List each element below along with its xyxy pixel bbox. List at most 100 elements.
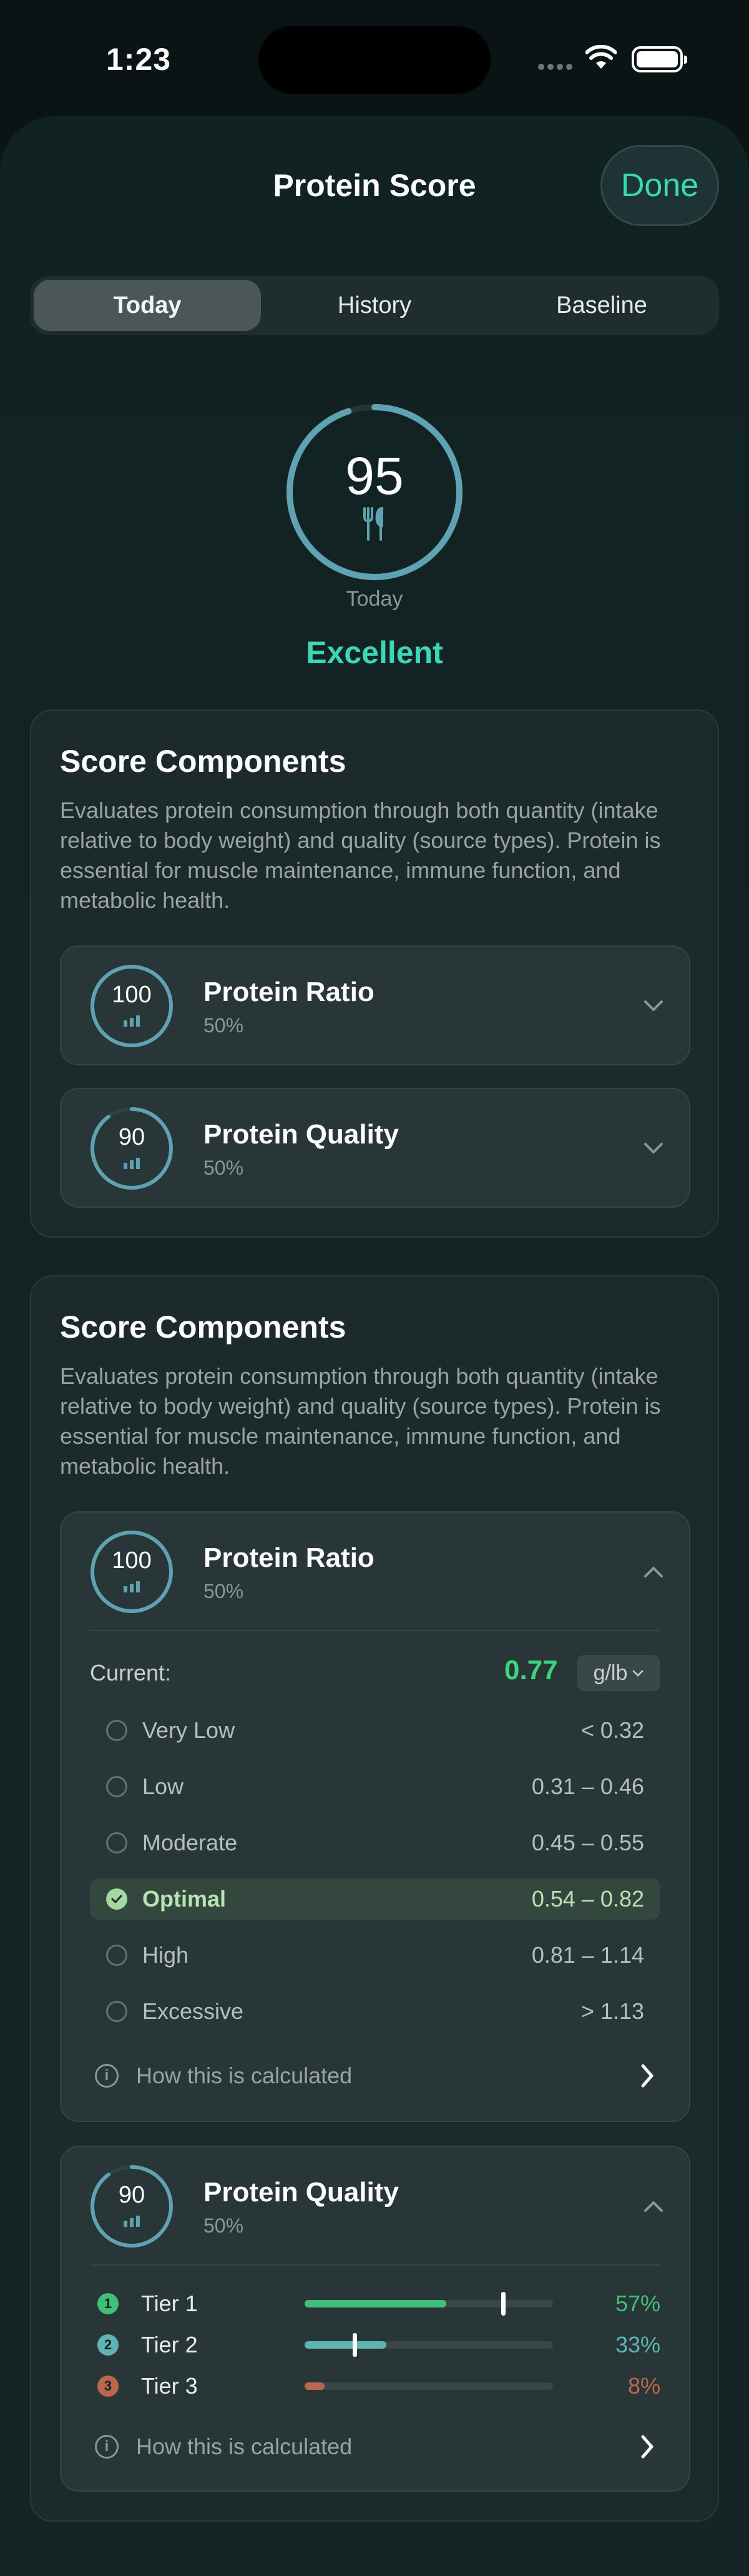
component-name: Protein Ratio bbox=[203, 977, 374, 1007]
score-rating: Excellent bbox=[306, 635, 443, 670]
card-description: Evaluates protein consumption through bo… bbox=[60, 1363, 661, 1479]
tab-history[interactable]: History bbox=[261, 280, 488, 331]
divider bbox=[90, 1630, 660, 1631]
tier-progress-bar bbox=[305, 2333, 553, 2357]
score-components-card: Score Components Evaluates protein consu… bbox=[30, 709, 719, 1238]
component-protein-quality[interactable]: 90 Protein Quality 50% bbox=[60, 1088, 690, 1208]
card-title: Score Components bbox=[60, 1310, 346, 1345]
radio-icon bbox=[106, 1776, 127, 1797]
score-components-card-expanded: Score Components Evaluates protein consu… bbox=[30, 1275, 719, 2522]
range-label: Optimal bbox=[142, 1886, 227, 1912]
dynamic-island bbox=[258, 26, 491, 94]
range-row-moderate[interactable]: Moderate 0.45 – 0.55 bbox=[90, 1822, 660, 1863]
chevron-down-icon[interactable] bbox=[643, 1134, 664, 1164]
tier-badge: 3 bbox=[97, 2376, 119, 2397]
tier-percent: 8% bbox=[627, 2373, 660, 2399]
radio-icon bbox=[106, 1945, 127, 1966]
tier-progress-bar bbox=[305, 2382, 553, 2390]
info-icon: i bbox=[95, 2064, 119, 2088]
range-row-very-low[interactable]: Very Low < 0.32 bbox=[90, 1710, 660, 1751]
component-protein-ratio: 100 Protein Ratio 50% Current: 0.77 g/lb… bbox=[60, 1511, 690, 2122]
radio-icon bbox=[106, 2001, 127, 2022]
tier-percent: 33% bbox=[615, 2332, 660, 2357]
component-score: 90 bbox=[118, 1124, 145, 1150]
done-button[interactable]: Done bbox=[600, 145, 719, 226]
radio-icon bbox=[106, 1720, 127, 1741]
tier-name: Tier 3 bbox=[141, 2373, 198, 2399]
current-label: Current: bbox=[90, 1660, 172, 1685]
score-ring: 95 bbox=[285, 402, 464, 582]
score-value: 95 bbox=[345, 447, 404, 505]
status-bar: 1:23 bbox=[0, 0, 749, 119]
bar-chart-icon bbox=[124, 1158, 140, 1169]
chevron-down-icon[interactable] bbox=[643, 992, 664, 1022]
range-label: Low bbox=[142, 1774, 184, 1799]
bar-chart-icon bbox=[124, 1581, 140, 1592]
range-value: 0.45 – 0.55 bbox=[531, 1830, 644, 1855]
range-value: 0.54 – 0.82 bbox=[531, 1886, 644, 1912]
range-row-optimal[interactable]: Optimal 0.54 – 0.82 bbox=[90, 1878, 660, 1920]
cellular-signal-icon bbox=[538, 64, 573, 70]
period-segmented-control: Today History Baseline bbox=[30, 276, 719, 335]
component-protein-ratio[interactable]: 100 Protein Ratio 50% bbox=[60, 945, 690, 1065]
page: 1:23 Protein Score Done Today History Ba… bbox=[0, 0, 749, 2576]
status-time: 1:23 bbox=[106, 42, 172, 77]
tier-progress-fill bbox=[305, 2300, 446, 2307]
card-title: Score Components bbox=[60, 744, 346, 779]
bar-chart-icon bbox=[124, 2216, 140, 2227]
range-value: 0.31 – 0.46 bbox=[531, 1774, 644, 1799]
tier-target-marker bbox=[501, 2292, 506, 2316]
how-calculated-link[interactable]: i How this is calculated bbox=[90, 2057, 660, 2095]
divider bbox=[90, 2264, 660, 2266]
tab-today[interactable]: Today bbox=[34, 280, 261, 331]
chevron-up-icon[interactable] bbox=[643, 2192, 664, 2222]
card-description: Evaluates protein consumption through bo… bbox=[60, 797, 661, 913]
range-label: High bbox=[142, 1942, 189, 1968]
tier-name: Tier 2 bbox=[141, 2332, 198, 2357]
fork-knife-icon bbox=[363, 507, 383, 541]
how-calculated-label: How this is calculated bbox=[136, 2063, 353, 2088]
radio-icon bbox=[106, 1832, 127, 1853]
range-row-low[interactable]: Low 0.31 – 0.46 bbox=[90, 1766, 660, 1807]
how-calculated-label: How this is calculated bbox=[136, 2434, 353, 2459]
wifi-icon bbox=[585, 45, 617, 69]
range-value: > 1.13 bbox=[580, 1998, 644, 2024]
info-icon: i bbox=[95, 2435, 119, 2459]
chevron-right-icon bbox=[641, 2435, 654, 2459]
range-value: < 0.32 bbox=[580, 1717, 644, 1743]
component-score: 100 bbox=[112, 1547, 152, 1574]
tier-row: 2 Tier 2 33% bbox=[90, 2329, 660, 2361]
how-calculated-link[interactable]: i How this is calculated bbox=[90, 2428, 660, 2465]
range-label: Very Low bbox=[142, 1717, 235, 1743]
tier-progress-fill bbox=[305, 2382, 325, 2390]
tier-progress-bar bbox=[305, 2292, 553, 2316]
component-weight: 50% bbox=[203, 1157, 244, 1179]
tier-name: Tier 1 bbox=[141, 2291, 198, 2316]
tier-row: 3 Tier 3 8% bbox=[90, 2371, 660, 2402]
range-row-high[interactable]: High 0.81 – 1.14 bbox=[90, 1935, 660, 1976]
checkmark-circle-icon bbox=[106, 1888, 127, 1910]
component-score: 90 bbox=[118, 2182, 145, 2208]
chevron-up-icon[interactable] bbox=[643, 1557, 664, 1587]
bar-chart-icon bbox=[124, 1015, 140, 1027]
range-label: Moderate bbox=[142, 1830, 238, 1855]
range-label: Excessive bbox=[142, 1998, 244, 2024]
unit-select[interactable]: g/lb bbox=[577, 1655, 660, 1691]
unit-label: g/lb bbox=[593, 1661, 628, 1685]
tier-progress-fill bbox=[305, 2341, 387, 2349]
battery-icon bbox=[632, 46, 687, 72]
score-period-label: Today bbox=[346, 587, 403, 611]
chevron-down-icon bbox=[633, 1670, 644, 1677]
component-name: Protein Ratio bbox=[203, 1542, 374, 1573]
component-score: 100 bbox=[112, 982, 152, 1008]
tier-percent: 57% bbox=[615, 2291, 660, 2316]
tab-baseline[interactable]: Baseline bbox=[488, 280, 715, 331]
component-name: Protein Quality bbox=[203, 2177, 399, 2208]
tier-badge: 1 bbox=[97, 2293, 119, 2314]
range-value: 0.81 – 1.14 bbox=[531, 1942, 644, 1968]
range-row-excessive[interactable]: Excessive > 1.13 bbox=[90, 1991, 660, 2032]
chevron-right-icon bbox=[641, 2064, 654, 2088]
current-value: 0.77 bbox=[504, 1655, 558, 1685]
component-name: Protein Quality bbox=[203, 1119, 399, 1150]
component-weight: 50% bbox=[203, 1014, 244, 1037]
